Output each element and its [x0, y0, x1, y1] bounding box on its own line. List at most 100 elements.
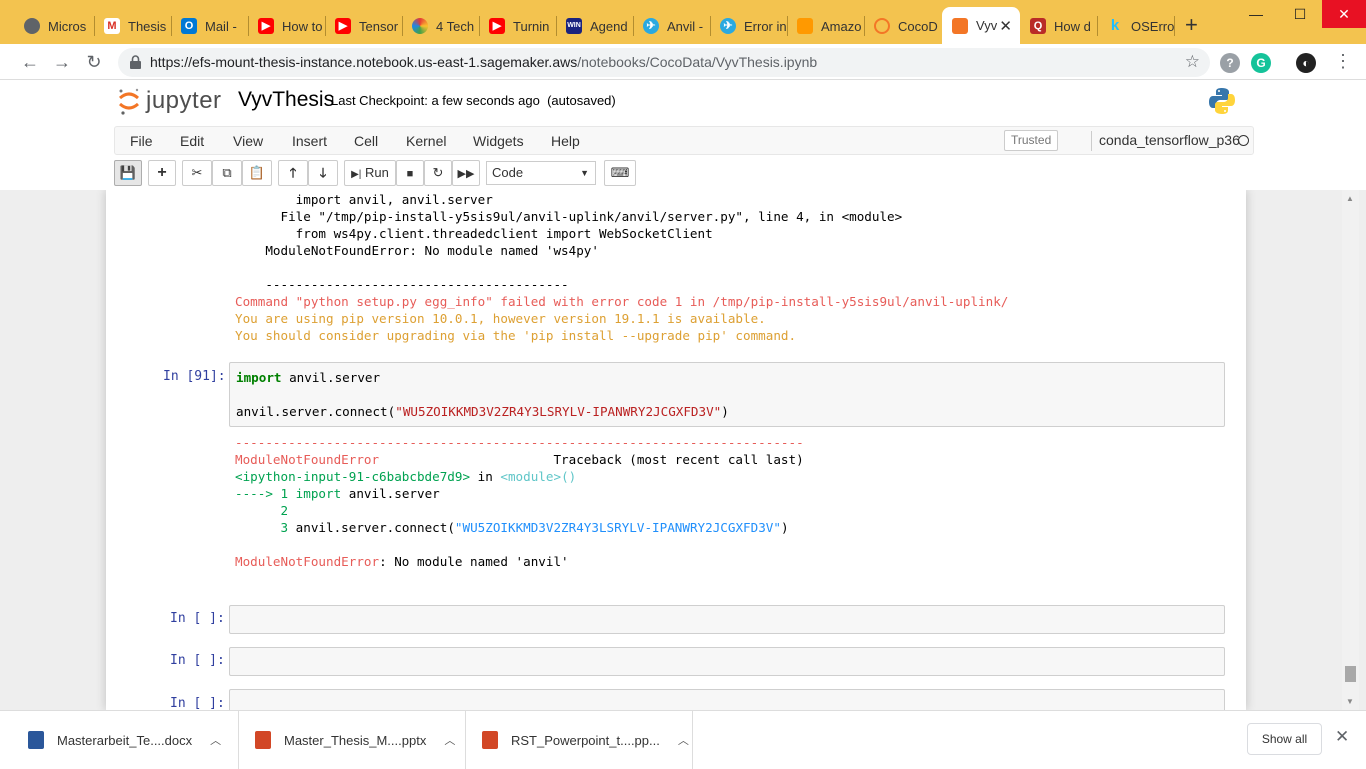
- tab-1[interactable]: M Thesis: [94, 8, 171, 44]
- tab-11[interactable]: CocoD: [864, 8, 941, 44]
- notebook-area: import anvil, anvil.server File "/tmp/pi…: [0, 190, 1366, 710]
- back-arrow-icon[interactable]: ←: [19, 51, 41, 73]
- tab-5[interactable]: 4 Tech: [402, 8, 479, 44]
- notebook-menubar: File Edit View Insert Cell Kernel Widget…: [114, 126, 1254, 155]
- empty-code-cell[interactable]: [229, 647, 1225, 676]
- step-forward-icon: ▶|: [351, 169, 362, 180]
- cell-prompt: In [91]:: [163, 369, 226, 384]
- tab-4[interactable]: ▶ Tensor: [325, 8, 402, 44]
- traceback-separator: ----------------------------------------…: [235, 435, 804, 450]
- fast-forward-icon: ▶▶: [457, 168, 475, 180]
- reload-icon[interactable]: ↻: [83, 51, 105, 73]
- menu-kernel[interactable]: Kernel: [406, 133, 446, 149]
- kaggle-icon: k: [1110, 17, 1120, 34]
- code-cell-91[interactable]: import anvil.server anvil.server.connect…: [229, 362, 1225, 427]
- empty-code-cell[interactable]: [229, 605, 1225, 634]
- cut-button[interactable]: ✂: [182, 160, 212, 186]
- tab-2[interactable]: O Mail -: [171, 8, 248, 44]
- win-icon: WIN: [566, 18, 582, 34]
- chevron-up-icon[interactable]: ︿: [210, 732, 221, 748]
- outlook-icon: O: [181, 18, 197, 34]
- address-bar[interactable]: https://efs-mount-thesis-instance.notebo…: [118, 48, 1210, 77]
- menu-view[interactable]: View: [233, 133, 263, 149]
- youtube-icon: ▶: [335, 18, 351, 34]
- maximize-button[interactable]: ☐: [1278, 0, 1322, 28]
- cell-type-select[interactable]: Code ▼: [486, 161, 596, 185]
- menu-help[interactable]: Help: [551, 133, 580, 149]
- interrupt-button[interactable]: ■: [396, 160, 424, 186]
- chevron-up-icon[interactable]: ︿: [444, 732, 455, 748]
- insert-cell-button[interactable]: +: [148, 160, 176, 186]
- pptx-icon: [255, 731, 271, 749]
- python-logo-icon: [1209, 88, 1235, 114]
- tab-6[interactable]: ▶ Turnin: [479, 8, 556, 44]
- close-tab-icon[interactable]: ✕: [999, 17, 1012, 35]
- tab-active-vyvthesis[interactable]: Vyv ✕: [942, 7, 1020, 44]
- chevron-up-icon[interactable]: ︿: [678, 732, 689, 748]
- minimize-button[interactable]: —: [1234, 0, 1278, 28]
- aws-icon: [797, 18, 813, 34]
- scroll-up-icon[interactable]: ▲: [1346, 194, 1354, 203]
- move-down-button[interactable]: 🡓: [308, 160, 338, 186]
- jupyter-logo[interactable]: jupyter: [118, 86, 222, 116]
- grammarly-icon[interactable]: G: [1251, 53, 1271, 73]
- tab-0[interactable]: Micros: [14, 8, 94, 44]
- menu-widgets[interactable]: Widgets: [473, 133, 524, 149]
- cell-prompt: In [ ]:: [170, 653, 225, 668]
- notebook-toolbar: 💾 + ✂ ⧉ 📋 🡑 🡓 ▶| Run ■ ↻ ▶▶ Code ▼ ⌨: [114, 160, 1254, 188]
- scissors-icon: ✂: [191, 165, 203, 180]
- forward-arrow-icon[interactable]: →: [51, 51, 73, 73]
- menu-cell[interactable]: Cell: [354, 133, 378, 149]
- browser-menu-icon[interactable]: ⋮: [1334, 52, 1352, 70]
- kernel-name[interactable]: conda_tensorflow_p36: [1099, 132, 1240, 148]
- traceback-line: 3 anvil.server.connect("WU5ZOIKKMD3V2ZR4…: [235, 520, 789, 535]
- copy-button[interactable]: ⧉: [212, 160, 242, 186]
- menu-edit[interactable]: Edit: [180, 133, 204, 149]
- chrome-icon: [24, 18, 40, 34]
- tab-13[interactable]: Q How d: [1020, 8, 1097, 44]
- menu-file[interactable]: File: [130, 133, 153, 149]
- scrollbar[interactable]: ▲ ▼: [1342, 190, 1359, 710]
- traceback-line: 2: [235, 503, 289, 518]
- tab-8[interactable]: ✈ Anvil -: [633, 8, 710, 44]
- cell-prompt: In [ ]:: [170, 696, 225, 710]
- chevron-down-icon: ▼: [580, 168, 589, 178]
- gmail-icon: M: [104, 18, 120, 34]
- output-line: import anvil, anvil.server: [235, 192, 493, 207]
- plus-icon: +: [157, 164, 167, 181]
- scrollbar-thumb[interactable]: [1345, 666, 1356, 682]
- restart-run-all-button[interactable]: ▶▶: [452, 160, 480, 186]
- show-all-button[interactable]: Show all: [1247, 723, 1322, 755]
- bookmark-star-icon[interactable]: ☆: [1185, 52, 1200, 72]
- profile-avatar[interactable]: ◐: [1296, 53, 1316, 73]
- trusted-badge[interactable]: Trusted: [1004, 130, 1059, 151]
- notebook-title[interactable]: VyvThesis: [238, 88, 334, 112]
- tab-3[interactable]: ▶ How to: [248, 8, 325, 44]
- youtube-icon: ▶: [258, 18, 274, 34]
- tab-7[interactable]: WIN Agend: [556, 8, 633, 44]
- run-button[interactable]: ▶| Run: [344, 160, 396, 186]
- traceback-location: <ipython-input-91-c6babcbde7d9> in <modu…: [235, 469, 577, 484]
- tab-14[interactable]: k OSErro: [1097, 8, 1174, 44]
- code-line: anvil.server.connect("WU5ZOIKKMD3V2ZR4Y3…: [236, 404, 729, 419]
- window-close-button[interactable]: ✕: [1322, 0, 1366, 28]
- tab-10[interactable]: Amazo: [787, 8, 864, 44]
- restart-button[interactable]: ↻: [424, 160, 452, 186]
- download-item[interactable]: Master_Thesis_M....pptx ︿: [239, 711, 466, 769]
- extension-icon[interactable]: ?: [1220, 53, 1240, 73]
- paste-button[interactable]: 📋: [242, 160, 272, 186]
- empty-code-cell[interactable]: [229, 689, 1225, 710]
- new-tab-button[interactable]: +: [1185, 13, 1198, 37]
- scroll-down-icon[interactable]: ▼: [1346, 697, 1354, 706]
- save-button[interactable]: 💾: [114, 160, 142, 186]
- command-palette-button[interactable]: ⌨: [604, 160, 636, 186]
- menu-insert[interactable]: Insert: [292, 133, 327, 149]
- move-up-button[interactable]: 🡑: [278, 160, 308, 186]
- tab-9[interactable]: ✈ Error in: [710, 8, 787, 44]
- jupyter-icon: [874, 18, 890, 34]
- error-message: Command "python setup.py egg_info" faile…: [235, 294, 1009, 309]
- close-icon[interactable]: ✕: [1335, 727, 1349, 747]
- download-item[interactable]: RST_Powerpoint_t....pp... ︿: [466, 711, 693, 769]
- download-item[interactable]: Masterarbeit_Te....docx ︿: [0, 711, 239, 769]
- browser-toolbar: ← → ↻ https://efs-mount-thesis-instance.…: [0, 44, 1366, 80]
